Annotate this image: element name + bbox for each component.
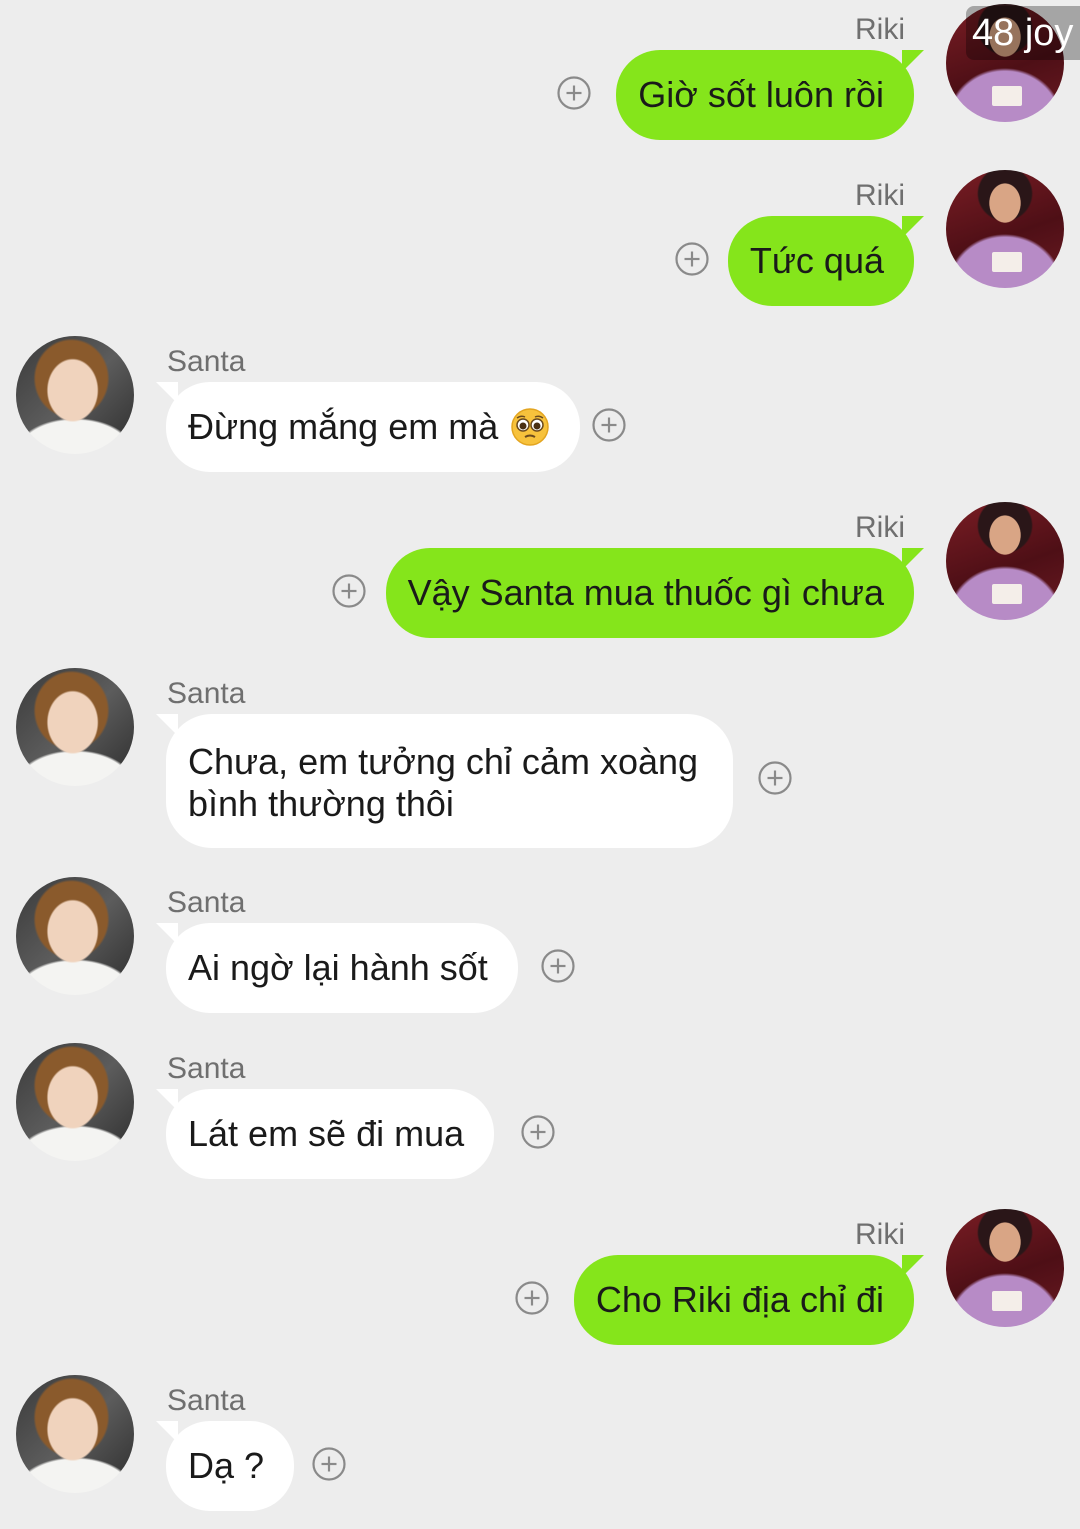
sender-name: Santa: [167, 1052, 246, 1085]
sender-name: Riki: [855, 511, 905, 544]
plus-circle-icon[interactable]: [557, 76, 591, 110]
plus-circle-icon[interactable]: [541, 949, 575, 983]
sender-name: Santa: [167, 886, 246, 919]
santa-avatar[interactable]: [16, 336, 134, 454]
message-text: Đừng mắng em mà: [188, 406, 499, 447]
santa-avatar[interactable]: [16, 1043, 134, 1161]
santa-avatar[interactable]: [16, 877, 134, 995]
plus-circle-icon[interactable]: [332, 574, 366, 608]
message-bubble[interactable]: Giờ sốt luôn rồi: [616, 50, 914, 140]
sender-name: Santa: [167, 1384, 246, 1417]
santa-avatar[interactable]: [16, 1375, 134, 1493]
message-bubble[interactable]: Chưa, em tưởng chỉ cảm xoàng bình thường…: [166, 714, 733, 848]
chat-view: Riki Giờ sốt luôn rồi Riki Tức quá Santa…: [0, 0, 1080, 1529]
message-bubble[interactable]: Ai ngờ lại hành sốt: [166, 923, 518, 1013]
sender-name: Riki: [855, 1218, 905, 1251]
message-bubble[interactable]: Lát em sẽ đi mua: [166, 1089, 495, 1179]
message-bubble[interactable]: Đừng mắng em mà: [166, 382, 581, 472]
sender-name: Riki: [855, 179, 905, 212]
pleading-face-emoji: [510, 407, 550, 447]
plus-circle-icon[interactable]: [675, 242, 709, 276]
sender-name: Santa: [167, 677, 246, 710]
page-counter: 48 joy: [966, 6, 1080, 60]
riki-avatar[interactable]: [946, 1209, 1064, 1327]
plus-circle-icon[interactable]: [592, 408, 626, 442]
message-bubble[interactable]: Tức quá: [727, 216, 914, 306]
message-bubble[interactable]: Dạ ?: [166, 1421, 295, 1511]
santa-avatar[interactable]: [16, 668, 134, 786]
plus-circle-icon[interactable]: [758, 761, 792, 795]
plus-circle-icon[interactable]: [521, 1115, 555, 1149]
plus-circle-icon[interactable]: [312, 1447, 346, 1481]
riki-avatar[interactable]: [946, 502, 1064, 620]
message-bubble[interactable]: Vậy Santa mua thuốc gì chưa: [385, 548, 914, 638]
riki-avatar[interactable]: [946, 170, 1064, 288]
message-bubble[interactable]: Cho Riki địa chỉ đi: [573, 1255, 914, 1345]
sender-name: Riki: [855, 13, 905, 46]
plus-circle-icon[interactable]: [515, 1281, 549, 1315]
sender-name: Santa: [167, 345, 246, 378]
